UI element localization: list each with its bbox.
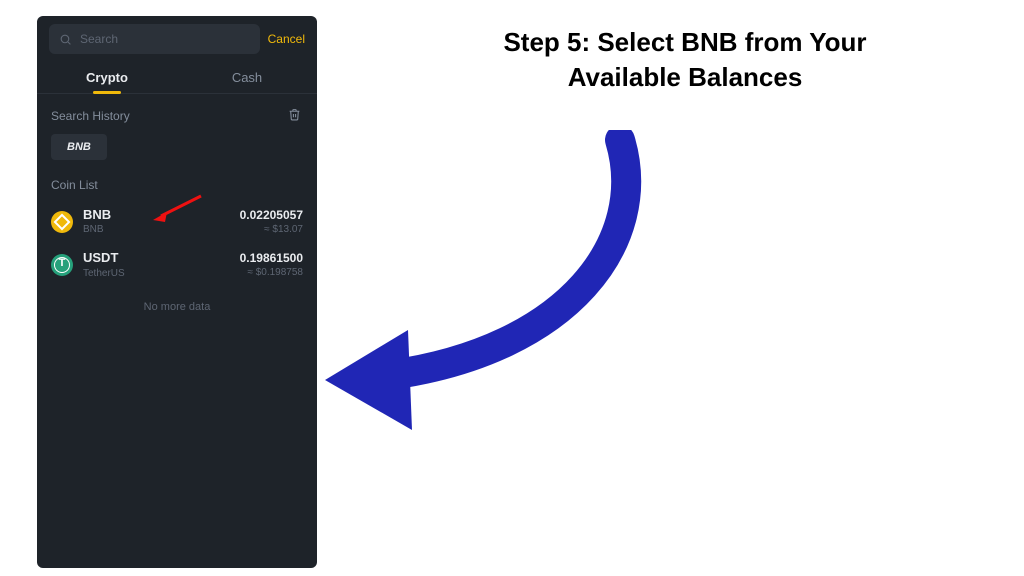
coin-name: TetherUS xyxy=(83,268,240,279)
blue-arrow-annotation xyxy=(320,130,680,440)
coin-row-usdt[interactable]: USDT TetherUS 0.19861500 ≈ $0.198758 xyxy=(37,243,317,286)
search-box[interactable] xyxy=(49,24,260,54)
trash-icon xyxy=(288,108,301,121)
coin-name: BNB xyxy=(83,224,240,235)
tab-crypto[interactable]: Crypto xyxy=(37,60,177,93)
coin-amount: 0.02205057 xyxy=(240,209,303,222)
coin-row-bnb[interactable]: BNB BNB 0.02205057 ≈ $13.07 xyxy=(37,200,317,243)
coin-symbol: BNB xyxy=(83,208,240,222)
instruction-line-1: Step 5: Select BNB from Your xyxy=(370,25,1000,60)
tab-cash[interactable]: Cash xyxy=(177,60,317,93)
instruction-line-2: Available Balances xyxy=(370,60,1000,95)
search-history-header: Search History xyxy=(37,94,317,134)
usdt-icon xyxy=(51,254,73,276)
search-icon xyxy=(59,33,72,46)
coin-symbol: USDT xyxy=(83,251,240,265)
coin-list-label: Coin List xyxy=(37,172,317,200)
history-chip-bnb[interactable]: BNB xyxy=(51,134,107,160)
coin-fiat: ≈ $13.07 xyxy=(240,224,303,235)
clear-history-button[interactable] xyxy=(286,106,303,126)
coin-left: BNB BNB xyxy=(83,208,240,235)
search-input[interactable] xyxy=(80,32,250,46)
coin-right: 0.19861500 ≈ $0.198758 xyxy=(240,252,303,278)
coin-amount: 0.19861500 xyxy=(240,252,303,265)
tabs: Crypto Cash xyxy=(37,60,317,94)
coin-right: 0.02205057 ≈ $13.07 xyxy=(240,209,303,235)
coin-left: USDT TetherUS xyxy=(83,251,240,278)
cancel-button[interactable]: Cancel xyxy=(268,32,305,46)
no-more-data: No more data xyxy=(37,287,317,327)
coin-fiat: ≈ $0.198758 xyxy=(240,267,303,278)
bnb-icon xyxy=(51,211,73,233)
instruction-text: Step 5: Select BNB from Your Available B… xyxy=(370,25,1000,95)
history-chip-row: BNB xyxy=(37,134,317,172)
search-history-label: Search History xyxy=(51,109,130,123)
search-row: Cancel xyxy=(37,16,317,60)
app-screen: Cancel Crypto Cash Search History BNB Co… xyxy=(37,16,317,568)
